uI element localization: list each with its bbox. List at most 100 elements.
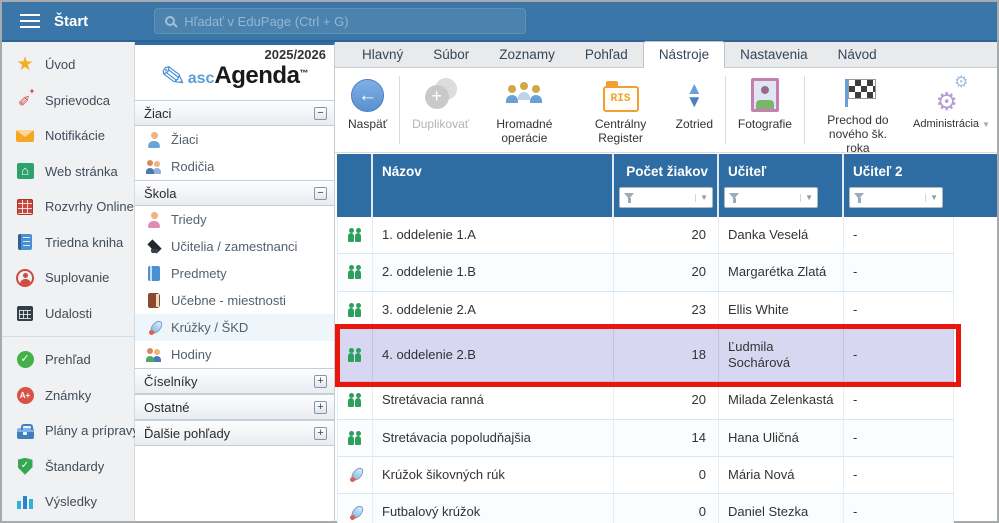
cell-name[interactable]: Futbalový krúžok — [373, 494, 614, 523]
cell-count: 20 — [614, 382, 719, 419]
tab-nastavenia[interactable]: Nastavenia — [725, 42, 823, 67]
tree-item-hodiny[interactable]: Hodiny — [135, 341, 334, 368]
cell-name[interactable]: 4. oddelenie 2.B — [373, 329, 614, 383]
rocket-icon — [348, 505, 363, 520]
cell-teacher: Milada Zelenkastá — [719, 382, 844, 419]
top-bar: Štart — [2, 2, 997, 42]
bulk-operations-button[interactable]: Hromadné operácie — [476, 74, 572, 152]
table-row[interactable]: Futbalový krúžok 0 Daniel Stezka - — [337, 494, 954, 523]
graduation-cap-icon — [144, 238, 164, 256]
sidebar-item-notifikacie[interactable]: Notifikácie — [2, 118, 134, 154]
cell-teacher2: - — [844, 292, 954, 329]
filter-dropdown-pocet-ziakov[interactable] — [619, 187, 713, 208]
tree-item-predmety[interactable]: Predmety — [135, 260, 334, 287]
sidebar-item-triedna-kniha[interactable]: Triedna kniha — [2, 225, 134, 261]
table-row-selected[interactable]: 4. oddelenie 2.B 18 Ľudmila Sochárová - — [337, 329, 954, 383]
table-row[interactable]: 1. oddelenie 1.A 20 Danka Veselá - — [337, 217, 954, 254]
collapse-toggle-icon[interactable]: − — [314, 187, 327, 200]
cell-name[interactable]: 3. oddelenie 2.A — [373, 292, 614, 329]
tab-zoznamy[interactable]: Zoznamy — [484, 42, 570, 67]
table-row[interactable]: Krúžok šikovných rúk 0 Mária Nová - — [337, 457, 954, 494]
sidebar-item-suplovanie[interactable]: Suplovanie — [2, 260, 134, 296]
back-button[interactable]: Naspäť — [341, 74, 394, 152]
tab-pohlad[interactable]: Pohľad — [570, 42, 643, 67]
sidebar-item-sprievodca[interactable]: Sprievodca — [2, 83, 134, 119]
tree-item-ucitelia[interactable]: Učitelia / zamestnanci — [135, 233, 334, 260]
administration-button[interactable]: Administrácia▼ — [906, 74, 997, 152]
expand-toggle-icon[interactable]: + — [314, 427, 327, 440]
tree-section-dalsie-pohlady[interactable]: Ďalšie pohľady+ — [135, 420, 334, 446]
table-row[interactable]: Stretávacia ranná 20 Milada Zelenkastá - — [337, 382, 954, 419]
tree-item-triedy[interactable]: Triedy — [135, 206, 334, 233]
brown-book-icon — [144, 292, 164, 310]
row-icon-cell — [337, 217, 373, 254]
tree-item-kruzky-skd[interactable]: Krúžky / ŠKD — [135, 314, 334, 341]
children-icon — [347, 228, 363, 242]
photos-button[interactable]: Fotografie — [731, 74, 799, 152]
sidebar-item-udalosti[interactable]: Udalosti — [2, 296, 134, 332]
tree-section-ziaci[interactable]: Žiaci− — [135, 100, 334, 126]
filter-dropdown-ucitel-2[interactable] — [849, 187, 943, 208]
gears-icon — [933, 76, 969, 114]
sidebar-item-znamky[interactable]: Známky — [2, 378, 134, 414]
tree-section-ciselniky[interactable]: Číselníky+ — [135, 368, 334, 394]
tree-item-rodicia[interactable]: Rodičia — [135, 153, 334, 180]
filter-dropdown-ucitel[interactable] — [724, 187, 818, 208]
column-header-ucitel-2[interactable]: Učiteľ 2 — [844, 154, 954, 181]
sidebar-item-web-stranka[interactable]: Web stránka — [2, 154, 134, 190]
tab-hlavny[interactable]: Hlavný — [347, 42, 418, 67]
search-box[interactable] — [154, 8, 526, 34]
column-header-nazov[interactable]: Názov — [373, 154, 614, 181]
sort-button[interactable]: Zotried — [669, 74, 720, 152]
cell-teacher2: - — [844, 494, 954, 523]
cell-teacher2: - — [844, 382, 954, 419]
magic-wand-icon — [15, 90, 35, 110]
tree-item-ucebne[interactable]: Učebne - miestnosti — [135, 287, 334, 314]
cell-name[interactable]: Krúžok šikovných rúk — [373, 457, 614, 494]
main-area: Hlavný Súbor Zoznamy Pohľad Nástroje Nas… — [335, 42, 997, 521]
cell-name[interactable]: 2. oddelenie 1.B — [373, 254, 614, 291]
checkered-flag-icon — [839, 76, 877, 110]
search-input[interactable] — [184, 14, 515, 29]
tree-item-ziaci[interactable]: Žiaci — [135, 126, 334, 153]
duplicate-button[interactable]: Duplikovať — [405, 74, 476, 152]
expand-toggle-icon[interactable]: + — [314, 401, 327, 414]
expand-toggle-icon[interactable]: + — [314, 375, 327, 388]
tree-section-ostatne[interactable]: Ostatné+ — [135, 394, 334, 420]
agenda-tree: Žiaci− Žiaci Rodičia Škola− Triedy Učite… — [135, 100, 334, 521]
cell-teacher: Danka Veselá — [719, 217, 844, 254]
cell-count: 0 — [614, 494, 719, 523]
tab-navod[interactable]: Návod — [823, 42, 892, 67]
person-circle-icon — [15, 268, 35, 288]
tab-subor[interactable]: Súbor — [418, 42, 484, 67]
cell-count: 20 — [614, 254, 719, 291]
tab-nastroje[interactable]: Nástroje — [643, 41, 725, 68]
hamburger-icon[interactable] — [20, 14, 40, 28]
table-row[interactable]: 2. oddelenie 1.B 20 Margarétka Zlatá - — [337, 254, 954, 291]
sort-arrows-icon — [686, 76, 703, 114]
column-header-pocet-ziakov[interactable]: Počet žiakov — [614, 154, 719, 181]
table-row[interactable]: Stretávacia popoludňajšia 14 Hana Uličná… — [337, 420, 954, 457]
sidebar-item-plany-a-pripravy[interactable]: Plány a prípravy — [2, 413, 134, 449]
cell-count: 14 — [614, 420, 719, 457]
central-register-button[interactable]: RISCentrálny Register — [572, 74, 668, 152]
cell-teacher: Hana Uličná — [719, 420, 844, 457]
sidebar-item-rozvrhy-online[interactable]: Rozvrhy Online — [2, 189, 134, 225]
start-label[interactable]: Štart — [54, 13, 88, 30]
sidebar-item-vysledky[interactable]: Výsledky — [2, 484, 134, 520]
sidebar-item-uvod[interactable]: Úvod — [2, 47, 134, 83]
filter-funnel-icon — [729, 192, 740, 203]
filter-cell-empty — [337, 181, 373, 217]
toolbar-divider — [725, 76, 726, 144]
cell-name[interactable]: Stretávacia ranná — [373, 382, 614, 419]
table-row[interactable]: 3. oddelenie 2.A 23 Ellis White - — [337, 292, 954, 329]
tree-section-skola[interactable]: Škola− — [135, 180, 334, 206]
cell-name[interactable]: Stretávacia popoludňajšia — [373, 420, 614, 457]
sidebar-item-standardy[interactable]: Štandardy — [2, 449, 134, 485]
cell-name[interactable]: 1. oddelenie 1.A — [373, 217, 614, 254]
collapse-toggle-icon[interactable]: − — [314, 107, 327, 120]
column-header-ucitel[interactable]: Učiteľ — [719, 154, 844, 181]
sidebar-item-prehlad[interactable]: Prehľad — [2, 342, 134, 378]
new-school-year-button[interactable]: Prechod do nového šk. roka — [810, 74, 906, 152]
children-icon — [347, 348, 363, 362]
